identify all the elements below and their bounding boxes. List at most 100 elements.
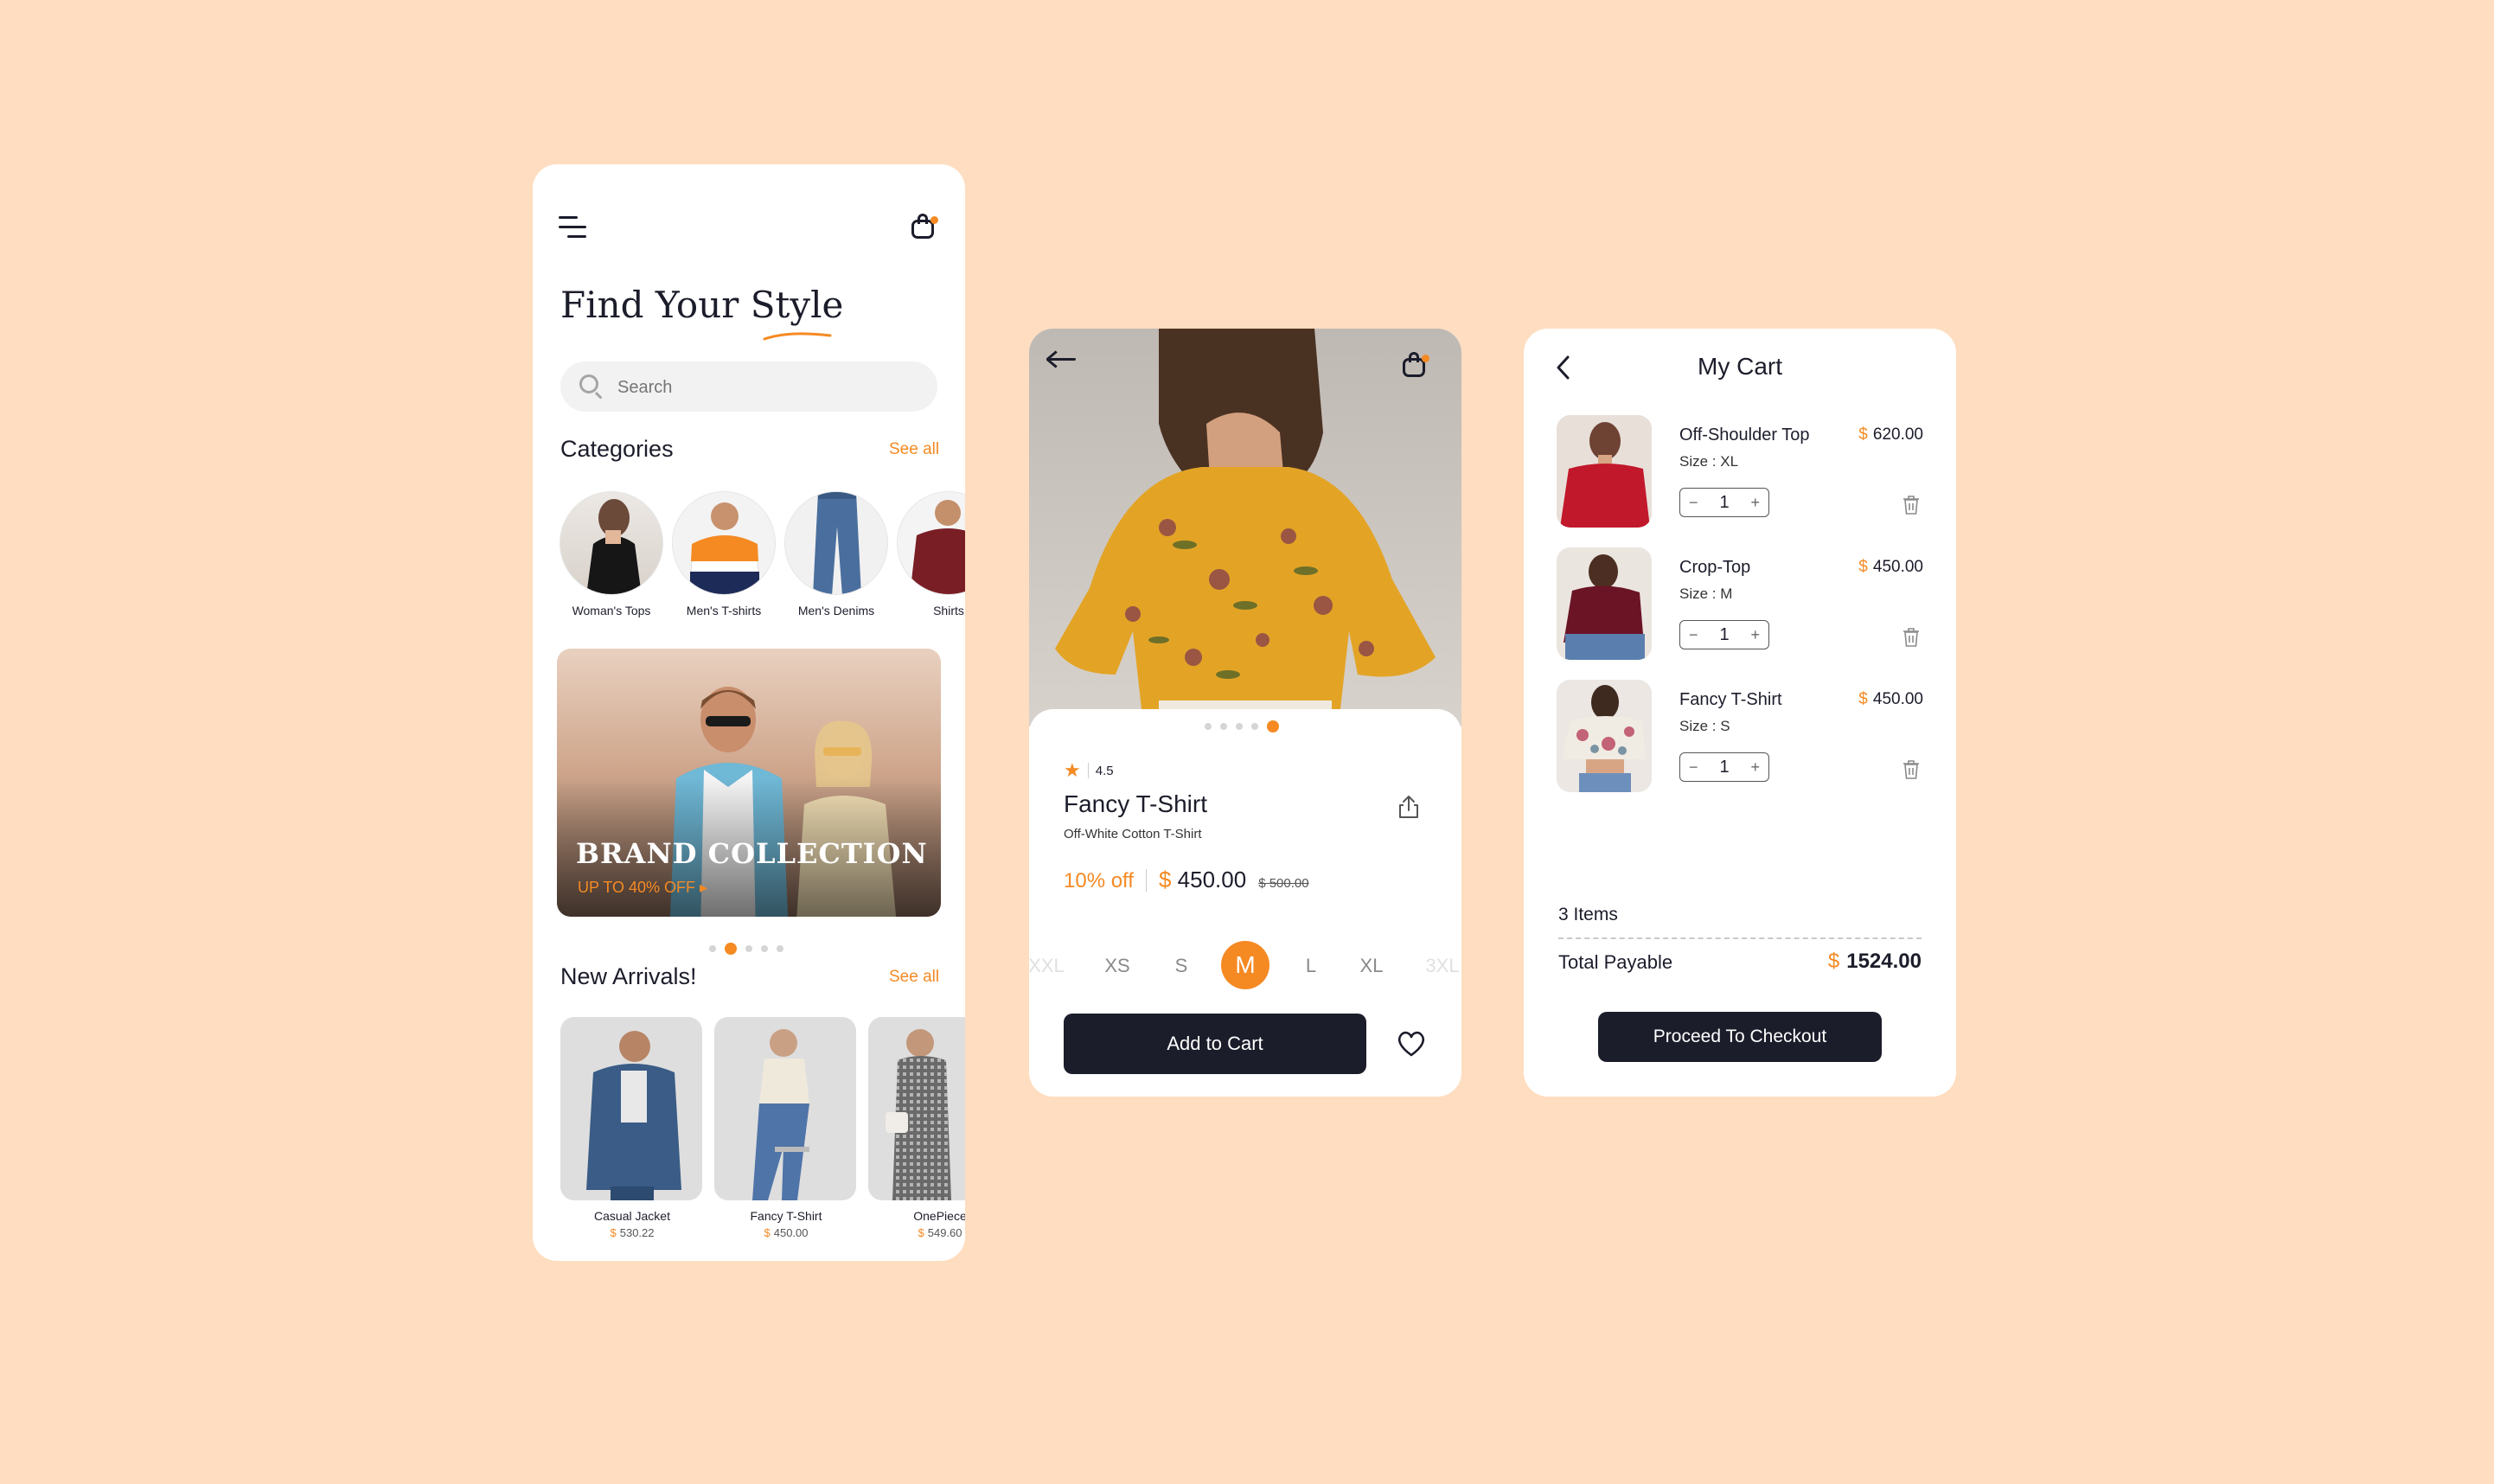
quantity-value: 1 xyxy=(1719,757,1730,777)
quantity-value: 1 xyxy=(1719,624,1730,644)
quantity-stepper[interactable]: − 1 + xyxy=(1679,752,1769,782)
total-payable-label: Total Payable xyxy=(1558,951,1673,973)
back-arrow-icon[interactable] xyxy=(1046,349,1076,368)
divider xyxy=(1558,937,1922,939)
new-arrivals-see-all-link[interactable]: See all xyxy=(889,968,939,987)
arrival-card-casual-jacket[interactable]: Casual Jacket $530.22 xyxy=(560,1017,704,1239)
menu-icon[interactable] xyxy=(559,214,588,240)
heart-icon[interactable] xyxy=(1396,1029,1427,1059)
category-label: Men's T-shirts xyxy=(686,604,762,617)
size-selector: XXL XS S M L XL 3XL xyxy=(1029,941,1461,993)
search-icon xyxy=(579,374,598,393)
search-input[interactable] xyxy=(616,361,913,413)
discount-label: 10% off xyxy=(1064,869,1134,892)
current-price: $ 450.00 xyxy=(1158,867,1247,892)
promo-banner[interactable]: BRAND COLLECTION UP TO 40% OFF ▸ xyxy=(557,649,941,917)
product-hero-image[interactable] xyxy=(1029,329,1461,726)
quantity-stepper[interactable]: − 1 + xyxy=(1679,620,1769,649)
categories-heading: Categories xyxy=(560,436,674,462)
product-price: $450.00 xyxy=(764,1226,809,1239)
product-rating: ★ 4.5 xyxy=(1064,759,1114,782)
cart-item-size: Size : M xyxy=(1679,585,1733,602)
product-detail-screen: ★ 4.5 Fancy T-Shirt Off-White Cotton T-S… xyxy=(1029,329,1461,1097)
share-icon[interactable] xyxy=(1396,794,1422,820)
size-option-m-selected[interactable]: M xyxy=(1221,941,1269,989)
decrease-quantity-button[interactable]: − xyxy=(1689,626,1698,644)
category-label: Shirts xyxy=(933,604,964,617)
size-option-l[interactable]: L xyxy=(1306,955,1316,977)
cart-item-price: $620.00 xyxy=(1858,425,1923,444)
increase-quantity-button[interactable]: + xyxy=(1750,494,1760,512)
product-name: OnePiece xyxy=(913,1209,965,1223)
proceed-to-checkout-button[interactable]: Proceed To Checkout xyxy=(1598,1012,1882,1062)
product-price: $549.60 xyxy=(918,1226,962,1239)
size-option-xxl[interactable]: XXL xyxy=(1029,955,1065,977)
decrease-quantity-button[interactable]: − xyxy=(1689,494,1698,512)
product-name: Casual Jacket xyxy=(594,1209,670,1223)
star-icon: ★ xyxy=(1064,759,1081,781)
trash-icon[interactable] xyxy=(1902,627,1920,648)
price-row: 10% off $ 450.00 $ 500.00 xyxy=(1064,867,1309,893)
rating-value: 4.5 xyxy=(1095,763,1114,778)
arrival-card-fancy-tshirt[interactable]: Fancy T-Shirt $450.00 xyxy=(714,1017,858,1239)
cart-item-size: Size : S xyxy=(1679,718,1730,734)
cart-item-image[interactable] xyxy=(1557,547,1652,660)
category-image xyxy=(897,491,965,595)
increase-quantity-button[interactable]: + xyxy=(1750,758,1760,777)
trash-icon[interactable] xyxy=(1902,759,1920,780)
cart-item-name: Fancy T-Shirt xyxy=(1679,690,1782,709)
category-image xyxy=(784,491,888,595)
arrival-card-onepiece[interactable]: OnePiece $549.60 xyxy=(868,1017,965,1239)
banner-carousel-dots[interactable] xyxy=(709,943,783,955)
add-to-cart-button[interactable]: Add to Cart xyxy=(1064,1014,1366,1074)
total-payable-value: $1524.00 xyxy=(1827,950,1922,973)
decrease-quantity-button[interactable]: − xyxy=(1689,758,1698,777)
shopping-bag-icon[interactable] xyxy=(910,213,938,240)
category-womens-tops[interactable]: Woman's Tops xyxy=(559,491,664,617)
cart-item-price: $450.00 xyxy=(1858,690,1923,708)
cart-item-price: $450.00 xyxy=(1858,558,1923,576)
category-image xyxy=(672,491,776,595)
size-option-xl[interactable]: XL xyxy=(1360,955,1384,977)
size-option-xs[interactable]: XS xyxy=(1104,955,1129,977)
increase-quantity-button[interactable]: + xyxy=(1750,626,1760,644)
product-subtitle: Off-White Cotton T-Shirt xyxy=(1064,827,1202,841)
product-name: Fancy T-Shirt xyxy=(750,1209,822,1223)
quantity-stepper[interactable]: − 1 + xyxy=(1679,488,1769,517)
title-underline-decoration xyxy=(763,332,832,341)
page-title: My Cart xyxy=(1698,353,1782,380)
category-mens-tshirts[interactable]: Men's T-shirts xyxy=(671,491,777,617)
cart-screen: My Cart Off-Shoulder Top Size : XL $620.… xyxy=(1524,329,1956,1097)
original-price: $ 500.00 xyxy=(1258,876,1309,891)
category-label: Woman's Tops xyxy=(572,604,651,617)
categories-see-all-link[interactable]: See all xyxy=(889,440,939,459)
cart-items-count: 3 Items xyxy=(1558,905,1618,924)
product-details-panel: ★ 4.5 Fancy T-Shirt Off-White Cotton T-S… xyxy=(1029,709,1461,1097)
product-image xyxy=(868,1017,965,1200)
new-arrivals-heading: New Arrivals! xyxy=(560,963,697,989)
image-carousel-dots[interactable] xyxy=(1205,720,1279,732)
cart-item: Crop-Top Size : M $450.00 − 1 + xyxy=(1557,547,1923,662)
category-mens-denims[interactable]: Men's Denims xyxy=(783,491,889,617)
cart-item-image[interactable] xyxy=(1557,680,1652,792)
quantity-value: 1 xyxy=(1719,492,1730,512)
product-image xyxy=(714,1017,856,1200)
size-option-3xl[interactable]: 3XL xyxy=(1425,955,1459,977)
cart-item: Fancy T-Shirt Size : S $450.00 − 1 + xyxy=(1557,680,1923,794)
cart-item-name: Crop-Top xyxy=(1679,558,1751,577)
home-screen: Find Your Style Categories See all Woman… xyxy=(533,164,965,1261)
banner-title: BRAND COLLECTION xyxy=(576,837,928,870)
product-price: $530.22 xyxy=(610,1226,655,1239)
search-bar[interactable] xyxy=(560,361,937,413)
category-image xyxy=(560,491,663,595)
size-option-s[interactable]: S xyxy=(1175,955,1188,977)
category-shirts[interactable]: Shirts xyxy=(896,491,965,617)
product-name: Fancy T-Shirt xyxy=(1064,790,1207,817)
cart-item-size: Size : XL xyxy=(1679,453,1739,470)
shopping-bag-icon[interactable] xyxy=(1401,351,1429,379)
product-image xyxy=(560,1017,702,1200)
cart-item-image[interactable] xyxy=(1557,415,1652,528)
trash-icon[interactable] xyxy=(1902,495,1920,515)
cart-item-name: Off-Shoulder Top xyxy=(1679,425,1810,445)
cart-item: Off-Shoulder Top Size : XL $620.00 − 1 + xyxy=(1557,415,1923,529)
